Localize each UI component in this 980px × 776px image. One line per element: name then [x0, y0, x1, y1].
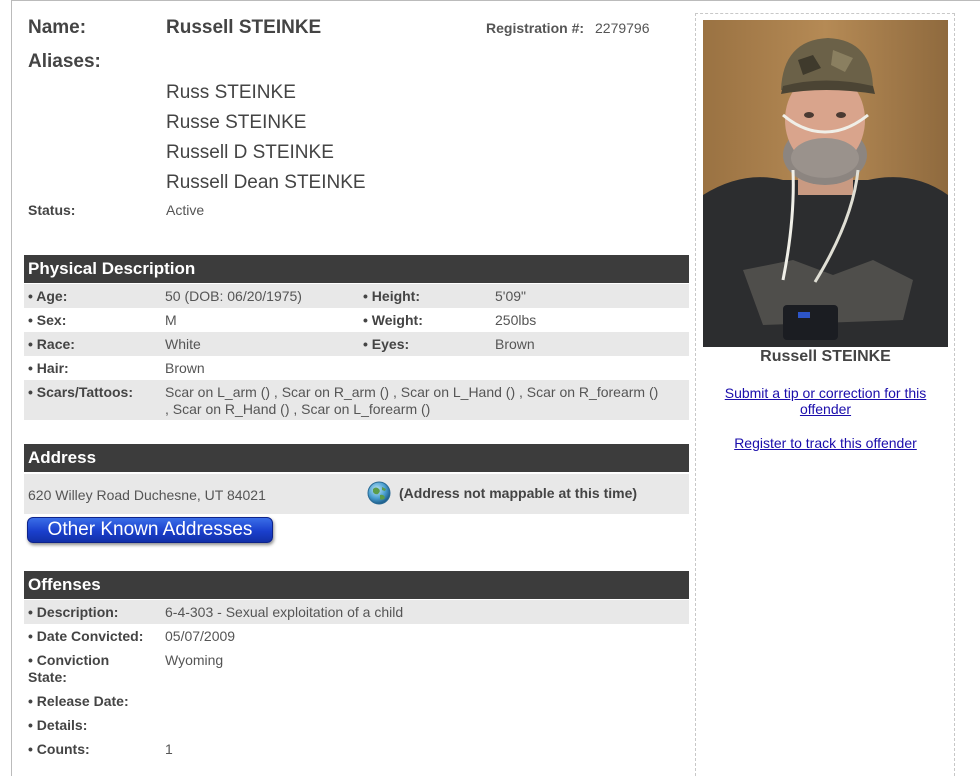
race-value: White: [165, 336, 201, 352]
address-header: Address: [24, 444, 689, 472]
description-value: 6-4-303 - Sexual exploitation of a child: [165, 604, 404, 620]
description-label: • Description:: [28, 604, 119, 620]
address-value: 620 Willey Road Duchesne, UT 84021: [28, 487, 266, 503]
hair-value: Brown: [165, 360, 205, 376]
register-track-link[interactable]: Register to track this offender: [703, 435, 948, 451]
counts-value: 1: [165, 741, 173, 757]
sex-value: M: [165, 312, 177, 328]
offense-row-release: • Release Date:: [24, 689, 689, 713]
details-label: • Details:: [28, 717, 88, 733]
weight-label: • Weight:: [363, 312, 423, 328]
other-known-addresses-button[interactable]: Other Known Addresses: [27, 517, 273, 543]
submit-tip-link-line2[interactable]: offender: [703, 401, 948, 417]
date-convicted-value: 05/07/2009: [165, 628, 236, 644]
counts-label: • Counts:: [28, 741, 90, 757]
scars-label: • Scars/Tattoos:: [28, 384, 133, 400]
alias-item: Russell Dean STEINKE: [166, 172, 366, 193]
height-label: • Height:: [363, 288, 421, 304]
physical-row-scars: • Scars/Tattoos: Scar on L_arm () , Scar…: [24, 380, 689, 420]
alias-item: Russe STEINKE: [166, 112, 307, 133]
alias-item: Russ STEINKE: [166, 82, 296, 103]
conviction-state-label-2: State:: [28, 669, 67, 685]
registration-number: 2279796: [595, 20, 650, 36]
submit-tip-link[interactable]: Submit a tip or correction for this offe…: [703, 385, 948, 417]
offender-photo: [703, 20, 948, 347]
age-label: • Age:: [28, 288, 68, 304]
date-convicted-label: • Date Convicted:: [28, 628, 144, 644]
physical-row-race: • Race: White • Eyes: Brown: [24, 332, 689, 356]
offense-row-counts: • Counts: 1: [24, 737, 689, 761]
scars-value-line2: , Scar on R_Hand () , Scar on L_forearm …: [165, 401, 431, 417]
address-row: 620 Willey Road Duchesne, UT 84021 (Addr…: [24, 474, 689, 514]
scars-value-line1: Scar on L_arm () , Scar on R_arm () , Sc…: [165, 384, 659, 400]
registration-label: Registration #:: [486, 20, 585, 36]
submit-tip-link-line1[interactable]: Submit a tip or correction for this: [703, 385, 948, 401]
conviction-state-value: Wyoming: [165, 652, 224, 668]
weight-value: 250lbs: [495, 312, 537, 328]
eyes-value: Brown: [495, 336, 535, 352]
name-label: Name:: [28, 17, 87, 38]
offenses-header: Offenses: [24, 571, 689, 599]
alias-item: Russell D STEINKE: [166, 142, 334, 163]
release-date-label: • Release Date:: [28, 693, 129, 709]
offense-row-date: • Date Convicted: 05/07/2009: [24, 624, 689, 648]
status-value: Active: [166, 202, 205, 218]
physical-row-age: • Age: 50 (DOB: 06/20/1975) • Height: 5'…: [24, 284, 689, 308]
offense-row-description: • Description: 6-4-303 - Sexual exploita…: [24, 600, 689, 624]
conviction-state-label: • Conviction: [28, 652, 110, 668]
eyes-label: • Eyes:: [363, 336, 410, 352]
photo-caption: Russell STEINKE: [760, 348, 891, 365]
race-label: • Race:: [28, 336, 75, 352]
height-value: 5'09": [495, 288, 527, 304]
age-value: 50 (DOB: 06/20/1975): [165, 288, 302, 304]
map-note: (Address not mappable at this time): [399, 485, 638, 501]
offense-row-state: • Conviction State: Wyoming: [24, 648, 689, 688]
globe-icon: [366, 480, 392, 506]
offender-name: Russell STEINKE: [166, 17, 322, 38]
physical-row-sex: • Sex: M • Weight: 250lbs: [24, 308, 689, 332]
sex-label: • Sex:: [28, 312, 67, 328]
status-label: Status:: [28, 202, 76, 218]
physical-description-header: Physical Description: [24, 255, 689, 283]
hair-label: • Hair:: [28, 360, 69, 376]
offense-row-details: • Details:: [24, 713, 689, 737]
aliases-label: Aliases:: [28, 51, 101, 72]
physical-row-hair: • Hair: Brown: [24, 356, 689, 380]
